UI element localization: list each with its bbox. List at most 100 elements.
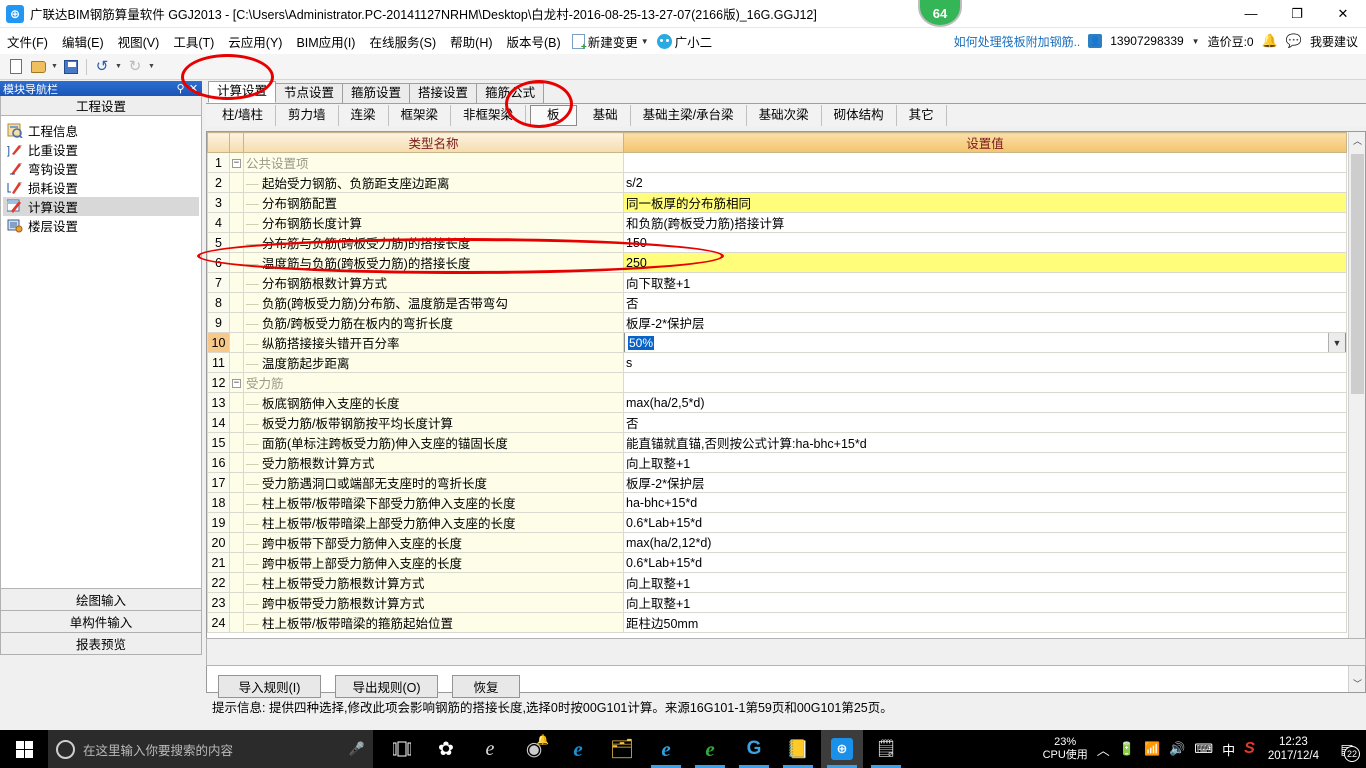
- table-row[interactable]: 23— 跨中板带受力筋根数计算方式 向上取整+1: [207, 592, 1347, 613]
- minimize-button[interactable]: —: [1228, 0, 1274, 28]
- table-row[interactable]: 17— 受力筋遇洞口或端部无支座时的弯折长度 板厚-2*保护层: [207, 472, 1347, 493]
- setting-name-cell[interactable]: — 柱上板带受力筋根数计算方式: [243, 572, 624, 593]
- taskbar-app-ss[interactable]: ✿: [425, 730, 467, 768]
- setting-name-cell[interactable]: — 分布钢筋根数计算方式: [243, 272, 624, 293]
- setting-value-cell[interactable]: ha-bhc+15*d: [623, 492, 1347, 513]
- row-number[interactable]: 6: [207, 252, 230, 273]
- tab-coupling-beam[interactable]: 连梁: [339, 105, 389, 126]
- collapse-toggle-icon[interactable]: −: [232, 158, 241, 168]
- tab-foundation-main-beam[interactable]: 基础主梁/承台梁: [631, 105, 747, 126]
- tab-slab[interactable]: 板: [530, 105, 577, 126]
- setting-name-cell[interactable]: — 受力筋遇洞口或端部无支座时的弯折长度: [243, 472, 624, 493]
- import-rules-button[interactable]: 导入规则(I): [218, 674, 321, 698]
- wifi-icon[interactable]: 📶: [1144, 741, 1160, 757]
- menu-cloud[interactable]: 云应用(Y): [221, 29, 289, 54]
- setting-name-cell[interactable]: — 跨中板带上部受力筋伸入支座的长度: [243, 552, 624, 573]
- tab-calculation-settings[interactable]: 计算设置: [208, 81, 277, 103]
- table-row[interactable]: 9— 负筋/跨板受力筋在板内的弯折长度 板厚-2*保护层: [207, 312, 1347, 333]
- setting-name-cell[interactable]: — 板底钢筋伸入支座的长度: [243, 392, 624, 413]
- redo-chevron-down-icon[interactable]: ▼: [147, 63, 156, 70]
- row-number[interactable]: 16: [207, 452, 230, 473]
- close-button[interactable]: ✕: [1320, 0, 1366, 28]
- row-number[interactable]: 2: [207, 172, 230, 193]
- sidebar-item-weight-settings[interactable]: ] 比重设置: [3, 140, 199, 159]
- panel-close-icon[interactable]: ✕: [187, 82, 200, 95]
- scroll-up-arrow-icon[interactable]: ︿: [1349, 132, 1365, 149]
- table-row[interactable]: 16 — 受力筋根数计算方式 向上取整+1: [207, 452, 1347, 473]
- cpu-usage-indicator[interactable]: 23% CPU使用: [1043, 736, 1088, 762]
- undo-chevron-down-icon[interactable]: ▼: [114, 63, 123, 70]
- sogou-ime-icon[interactable]: S: [1244, 740, 1255, 758]
- setting-value-cell[interactable]: 向上取整+1: [623, 572, 1347, 593]
- open-chevron-down-icon[interactable]: ▼: [50, 63, 59, 70]
- setting-value-cell[interactable]: 0.6*Lab+15*d: [623, 512, 1347, 533]
- row-number[interactable]: 19: [207, 512, 230, 533]
- taskbar-app-glodon[interactable]: ⊕: [821, 730, 863, 768]
- table-row[interactable]: 11— 温度筋起步距离 s: [207, 352, 1347, 373]
- table-row[interactable]: 10 — 纵筋搭接接头错开百分率 50% ▼: [207, 332, 1347, 353]
- menu-edit[interactable]: 编辑(E): [55, 29, 111, 54]
- table-row[interactable]: 13— 板底钢筋伸入支座的长度 max(ha/2,5*d): [207, 392, 1347, 413]
- setting-name-cell[interactable]: — 起始受力钢筋、负筋距支座边距离: [243, 172, 624, 193]
- setting-value-cell[interactable]: 距柱边50mm: [623, 612, 1347, 633]
- new-change-button[interactable]: 新建变更 ▼: [568, 30, 653, 53]
- table-row[interactable]: 15— 面筋(单标注跨板受力筋)伸入支座的锚固长度 能直锚就直锚,否则按公式计算:h…: [207, 432, 1347, 453]
- setting-name-cell[interactable]: — 跨中板带受力筋根数计算方式: [243, 592, 624, 613]
- setting-name-cell[interactable]: — 温度筋起步距离: [243, 352, 624, 373]
- menu-view[interactable]: 视图(V): [111, 29, 167, 54]
- collapse-toggle-icon[interactable]: −: [232, 378, 241, 388]
- table-row[interactable]: 20— 跨中板带下部受力筋伸入支座的长度 max(ha/2,12*d): [207, 532, 1347, 553]
- table-row[interactable]: 8— 负筋(跨板受力筋)分布筋、温度筋是否带弯勾否: [207, 292, 1347, 313]
- maximize-button[interactable]: ❐: [1274, 0, 1320, 28]
- grid-vertical-scrollbar[interactable]: ︿ ﹀: [1348, 132, 1365, 692]
- table-row[interactable]: 22 — 柱上板带受力筋根数计算方式 向上取整+1: [207, 572, 1347, 593]
- mode-button-single-component-input[interactable]: 单构件输入: [0, 611, 202, 633]
- row-number[interactable]: 18: [207, 492, 230, 513]
- setting-value-cell[interactable]: [623, 372, 1347, 393]
- taskbar-app-edge[interactable]: e: [557, 730, 599, 768]
- sidebar-item-calculation-settings[interactable]: 计算设置: [3, 197, 199, 216]
- pin-icon[interactable]: ⚲: [174, 82, 187, 95]
- redo-button[interactable]: ↻: [125, 57, 145, 77]
- setting-name-cell[interactable]: — 柱上板带/板带暗梁的箍筋起始位置: [243, 612, 624, 633]
- setting-value-cell[interactable]: 向上取整+1: [623, 452, 1347, 473]
- clock[interactable]: 12:23 2017/12/4: [1264, 735, 1323, 763]
- setting-name-cell[interactable]: — 受力筋根数计算方式: [243, 452, 624, 473]
- taskbar-app-notes[interactable]: 📒: [777, 730, 819, 768]
- search-input[interactable]: 在这里输入你要搜索的内容: [83, 740, 341, 759]
- setting-value-cell[interactable]: 0.6*Lab+15*d: [623, 552, 1347, 573]
- taskbar-app-ie-old[interactable]: e: [469, 730, 511, 768]
- sidebar-item-project-info[interactable]: 工程信息: [3, 121, 199, 140]
- row-number[interactable]: 1: [207, 152, 230, 173]
- tab-masonry-structure[interactable]: 砌体结构: [822, 105, 897, 126]
- menu-bim[interactable]: BIM应用(I): [289, 29, 362, 54]
- account-label[interactable]: 13907298339: [1110, 34, 1183, 48]
- undo-button[interactable]: ↺: [92, 57, 112, 77]
- setting-name-cell[interactable]: — 板受力筋/板带钢筋按平均长度计算: [243, 412, 624, 433]
- value-editor[interactable]: 50% ▼: [624, 333, 1346, 352]
- table-row[interactable]: 7— 分布钢筋根数计算方式 向下取整+1: [207, 272, 1347, 293]
- bell-icon[interactable]: 🔔: [1262, 33, 1278, 49]
- notification-center-button[interactable]: ▤ 22: [1332, 730, 1362, 768]
- row-number[interactable]: 22: [207, 572, 230, 593]
- ime-indicator[interactable]: 中: [1222, 740, 1235, 759]
- setting-value-cell[interactable]: 板厚-2*保护层: [623, 312, 1347, 333]
- assistant-button[interactable]: 广小二: [653, 30, 717, 53]
- setting-value-cell[interactable]: 向上取整+1: [623, 592, 1347, 613]
- row-number[interactable]: 14: [207, 412, 230, 433]
- row-number[interactable]: 3: [207, 192, 230, 213]
- tab-shear-wall[interactable]: 剪力墙: [276, 105, 339, 126]
- chevron-down-icon[interactable]: ▼: [641, 37, 649, 46]
- setting-name-cell[interactable]: — 柱上板带/板带暗梁上部受力筋伸入支座的长度: [243, 512, 624, 533]
- table-row[interactable]: 21— 跨中板带上部受力筋伸入支座的长度 0.6*Lab+15*d: [207, 552, 1347, 573]
- setting-value-cell[interactable]: max(ha/2,12*d): [623, 532, 1347, 553]
- suggest-label[interactable]: 我要建议: [1310, 33, 1358, 50]
- volume-icon[interactable]: 🔊: [1169, 741, 1185, 757]
- open-file-button[interactable]: [28, 57, 48, 77]
- row-number[interactable]: 12: [207, 372, 230, 393]
- table-row[interactable]: 4— 分布钢筋长度计算 和负筋(跨板受力筋)搭接计算: [207, 212, 1347, 233]
- setting-name-cell[interactable]: — 分布钢筋配置: [243, 192, 624, 213]
- table-row[interactable]: 6— 温度筋与负筋(跨板受力筋)的搭接长度 250: [207, 252, 1347, 273]
- table-row[interactable]: 2— 起始受力钢筋、负筋距支座边距离 s/2: [207, 172, 1347, 193]
- taskbar-app-g[interactable]: G: [733, 730, 775, 768]
